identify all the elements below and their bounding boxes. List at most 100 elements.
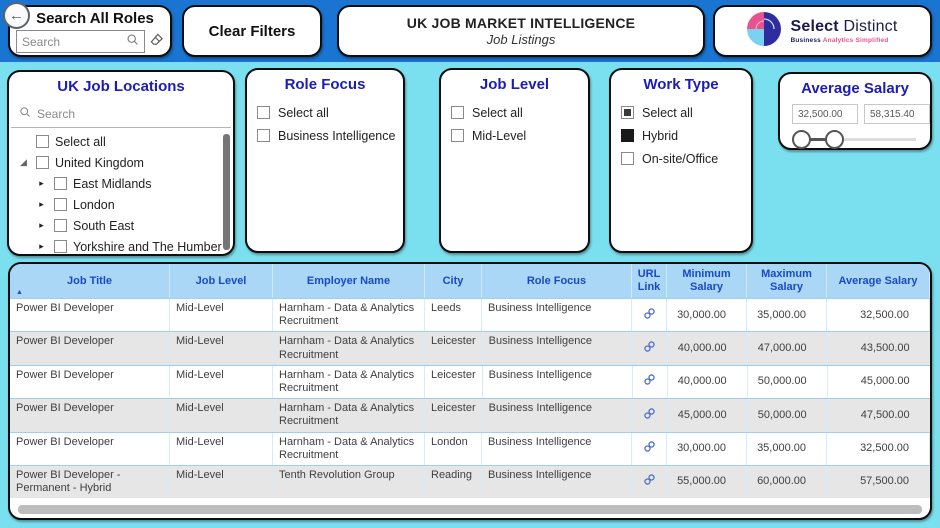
url-link-icon[interactable] bbox=[643, 473, 656, 490]
cell-min-salary: 40,000.00 bbox=[668, 332, 748, 365]
slicer-option-label: On-site/Office bbox=[642, 151, 719, 166]
tree-item[interactable]: ▸ South East bbox=[9, 215, 233, 236]
url-link-icon[interactable] bbox=[643, 373, 656, 390]
slicer-option[interactable]: Business Intelligence bbox=[247, 124, 403, 147]
checkbox-unchecked[interactable] bbox=[54, 177, 67, 190]
cell-job-title: Power BI Developer bbox=[10, 365, 170, 399]
column-header-job-title[interactable]: Job Title ▲ bbox=[10, 264, 170, 298]
column-header-job-level[interactable]: Job Level bbox=[170, 264, 273, 298]
cell-max-salary: 50,000.00 bbox=[748, 399, 828, 432]
work-type-slicer-title: Work Type bbox=[643, 76, 719, 93]
slicer-option[interactable]: Select all bbox=[247, 101, 403, 124]
search-icon bbox=[126, 33, 139, 51]
role-focus-slicer-title: Role Focus bbox=[284, 76, 366, 93]
tree-item[interactable]: Select all bbox=[9, 131, 233, 152]
slicer-option[interactable]: Hybrid bbox=[611, 124, 751, 147]
search-input[interactable]: Search bbox=[16, 30, 145, 53]
tree-collapsed-icon[interactable]: ▸ bbox=[35, 241, 48, 252]
tree-item-label: Select all bbox=[55, 134, 106, 149]
column-header-employer-name[interactable]: Employer Name bbox=[273, 264, 425, 298]
checkbox-unchecked[interactable] bbox=[451, 129, 464, 142]
url-link-cell[interactable] bbox=[633, 399, 668, 432]
search-icon bbox=[19, 105, 31, 123]
checkbox-unchecked[interactable] bbox=[257, 129, 270, 142]
checkbox-indeterminate[interactable] bbox=[621, 106, 634, 119]
checkbox-unchecked[interactable] bbox=[621, 152, 634, 165]
eraser-icon[interactable] bbox=[149, 32, 164, 52]
slicer-option[interactable]: Select all bbox=[441, 101, 588, 124]
tree-collapsed-icon[interactable]: ▸ bbox=[35, 199, 48, 210]
clear-filters-button[interactable]: Clear Filters bbox=[182, 5, 322, 57]
locations-scrollbar[interactable] bbox=[223, 134, 230, 250]
select-distinct-logo-icon bbox=[747, 11, 782, 51]
tree-item[interactable]: ▸ East Midlands bbox=[9, 173, 233, 194]
url-link-icon[interactable] bbox=[643, 440, 656, 457]
checkbox-unchecked[interactable] bbox=[54, 198, 67, 211]
checkbox-unchecked[interactable] bbox=[257, 106, 270, 119]
slicer-option[interactable]: On-site/Office bbox=[611, 147, 751, 170]
checkbox-unchecked[interactable] bbox=[36, 156, 49, 169]
url-link-icon[interactable] bbox=[643, 340, 656, 357]
salary-max-input[interactable]: 58,315.40 bbox=[864, 104, 930, 124]
tree-item[interactable]: ▸ London bbox=[9, 194, 233, 215]
locations-search-input[interactable]: Search bbox=[11, 105, 231, 128]
column-header-role-focus[interactable]: Role Focus bbox=[482, 264, 632, 298]
column-header-url-link[interactable]: URL Link bbox=[632, 264, 667, 298]
job-listings-table: Job Title ▲ Job Level Employer Name City Role… bbox=[10, 264, 930, 499]
tree-item[interactable]: ▸ Yorkshire and The Humber bbox=[9, 236, 233, 257]
work-type-list: Select all Hybrid On-site/Office bbox=[611, 101, 751, 170]
cell-employer: Tenth Revolution Group bbox=[273, 465, 425, 499]
slicer-option[interactable]: Mid-Level bbox=[441, 124, 588, 147]
url-link-icon[interactable] bbox=[643, 407, 656, 424]
locations-search-placeholder: Search bbox=[37, 107, 76, 121]
cell-role-focus: Business Intelligence bbox=[483, 399, 633, 432]
cell-job-level: Mid-Level bbox=[170, 332, 273, 365]
column-header-minimum-salary[interactable]: Minimum Salary bbox=[667, 264, 747, 298]
url-link-cell[interactable] bbox=[632, 465, 667, 499]
slider-handle-max[interactable] bbox=[825, 130, 844, 149]
cell-min-salary: 55,000.00 bbox=[667, 465, 747, 499]
slider-handle-min[interactable] bbox=[792, 130, 811, 149]
back-button[interactable]: ← bbox=[3, 2, 30, 29]
url-link-cell[interactable] bbox=[633, 365, 668, 399]
cell-city: Reading bbox=[425, 465, 482, 499]
url-link-icon[interactable] bbox=[643, 307, 656, 324]
tree-expanded-icon[interactable]: ◢ bbox=[17, 157, 30, 168]
slicer-option-label: Select all bbox=[472, 105, 523, 120]
cell-avg-salary: 32,500.00 bbox=[827, 299, 930, 332]
tree-item-label: East Midlands bbox=[73, 176, 152, 191]
salary-min-input[interactable]: 32,500.00 bbox=[792, 104, 858, 124]
average-salary-slicer-title: Average Salary bbox=[801, 80, 909, 97]
url-link-cell[interactable] bbox=[632, 299, 667, 332]
cell-city: London bbox=[425, 432, 482, 465]
checkbox-unchecked[interactable] bbox=[54, 219, 67, 232]
tree-item-label: South East bbox=[73, 218, 135, 233]
cell-max-salary: 35,000.00 bbox=[747, 432, 827, 465]
checkbox-unchecked[interactable] bbox=[36, 135, 49, 148]
url-link-cell[interactable] bbox=[632, 432, 667, 465]
cell-min-salary: 30,000.00 bbox=[667, 299, 747, 332]
column-header-average-salary[interactable]: Average Salary bbox=[827, 264, 930, 298]
cell-job-title: Power BI Developer - Permanent - Hybrid bbox=[10, 465, 170, 499]
slicer-option[interactable]: Select all bbox=[611, 101, 751, 124]
tree-collapsed-icon[interactable]: ▸ bbox=[35, 220, 48, 231]
cell-role-focus: Business Intelligence bbox=[483, 365, 633, 399]
checkbox-checked[interactable] bbox=[621, 129, 634, 142]
column-header-city[interactable]: City bbox=[425, 264, 482, 298]
cell-employer: Harnham - Data & Analytics Recruitment bbox=[273, 332, 425, 365]
cell-job-title: Power BI Developer bbox=[10, 432, 170, 465]
search-placeholder: Search bbox=[22, 34, 61, 49]
cell-role-focus: Business Intelligence bbox=[482, 432, 632, 465]
column-header-maximum-salary[interactable]: Maximum Salary bbox=[747, 264, 827, 298]
table-horizontal-scrollbar[interactable] bbox=[18, 505, 922, 514]
url-link-cell[interactable] bbox=[633, 332, 668, 365]
tree-item-label: United Kingdom bbox=[55, 155, 144, 170]
search-card-title: Search All Roles bbox=[36, 10, 154, 27]
checkbox-unchecked[interactable] bbox=[54, 240, 67, 253]
tree-collapsed-icon[interactable]: ▸ bbox=[35, 178, 48, 189]
cell-employer: Harnham - Data & Analytics Recruitment bbox=[273, 432, 425, 465]
tree-item[interactable]: ◢ United Kingdom bbox=[9, 152, 233, 173]
checkbox-unchecked[interactable] bbox=[451, 106, 464, 119]
cell-avg-salary: 32,500.00 bbox=[827, 432, 930, 465]
cell-job-title: Power BI Developer bbox=[10, 299, 170, 332]
